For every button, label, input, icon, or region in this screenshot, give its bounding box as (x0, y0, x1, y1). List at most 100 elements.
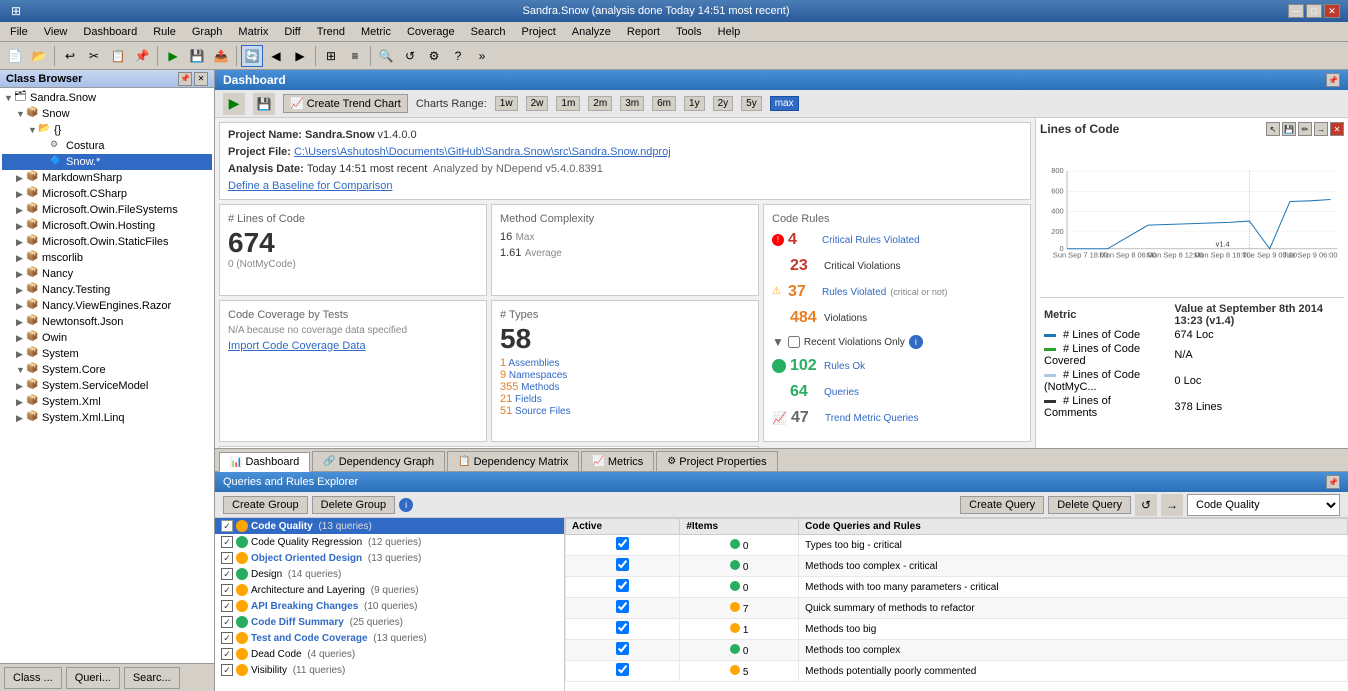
tree-item-microsoftcsharp[interactable]: ▶ 📦 Microsoft.CSharp (2, 186, 212, 202)
recent-violations-checkbox[interactable] (788, 336, 800, 348)
query-refresh-btn[interactable]: ↺ (1135, 494, 1157, 516)
group-diff[interactable]: Code Diff Summary (25 queries) (215, 614, 564, 630)
search-nav-btn[interactable]: Searc... (124, 667, 180, 689)
menu-search[interactable]: Search (463, 24, 514, 40)
dashboard-pin-btn[interactable]: 📌 (1326, 73, 1340, 87)
tree-item-mscorlib[interactable]: ▶ 📦 mscorlib (2, 250, 212, 266)
baseline-link[interactable]: Define a Baseline for Comparison (228, 180, 392, 192)
tree-item-nancytesting[interactable]: ▶ 📦 Nancy.Testing (2, 282, 212, 298)
toolbar-undo[interactable]: ↩ (59, 45, 81, 67)
range-1w[interactable]: 1w (495, 96, 518, 111)
minimize-button[interactable]: ─ (1288, 4, 1304, 18)
range-6m[interactable]: 6m (652, 96, 676, 111)
chart-save-icon[interactable]: 💾 (1282, 122, 1296, 136)
tree-item-snow[interactable]: ▼ 📦 Snow (2, 106, 212, 122)
menu-metric[interactable]: Metric (353, 24, 399, 40)
class-browser-tree[interactable]: ▼ 🗂 Sandra.Snow ▼ 📦 Snow ▼ 📂 {} (0, 88, 214, 663)
critical-violated-count[interactable]: 4 (788, 231, 818, 249)
queries-label[interactable]: Queries (824, 387, 859, 398)
tree-item-owin[interactable]: ▶ 📦 Owin (2, 330, 212, 346)
code-quality-dropdown[interactable]: Code Quality Code Quality Regression Obj… (1187, 494, 1340, 516)
test-checkbox[interactable] (221, 632, 233, 644)
tab-project-properties[interactable]: ⚙ Project Properties (656, 451, 777, 471)
toolbar-new[interactable]: 📄 (4, 45, 26, 67)
delete-group-btn[interactable]: Delete Group (312, 496, 395, 514)
critical-violations-count[interactable]: 23 (790, 257, 820, 275)
rules-violated-count[interactable]: 37 (788, 283, 818, 301)
group-dead-code[interactable]: Dead Code (4 queries) (215, 646, 564, 662)
rules-violated-label[interactable]: Rules Violated (822, 287, 886, 298)
cq-checkbox[interactable] (221, 520, 233, 532)
toolbar-save[interactable]: 💾 (186, 45, 208, 67)
trend-metric-label[interactable]: Trend Metric Queries (825, 413, 919, 424)
toolbar-more[interactable]: » (471, 45, 493, 67)
group-ood[interactable]: Object Oriented Design (13 queries) (215, 550, 564, 566)
group-arch[interactable]: Architecture and Layering (9 queries) (215, 582, 564, 598)
chart-arrow-icon[interactable]: → (1314, 122, 1328, 136)
tab-dashboard[interactable]: 📊 Dashboard (219, 452, 310, 472)
toolbar-back[interactable]: ◀ (265, 45, 287, 67)
menu-graph[interactable]: Graph (184, 24, 231, 40)
toolbar-help[interactable]: ? (447, 45, 469, 67)
design-checkbox[interactable] (221, 568, 233, 580)
tab-dependency-matrix[interactable]: 📋 Dependency Matrix (447, 451, 579, 471)
toolbar-forward[interactable]: ▶ (289, 45, 311, 67)
chart-edit-icon[interactable]: ✏ (1298, 122, 1312, 136)
vis-checkbox[interactable] (221, 664, 233, 676)
tree-item-msowinhosting[interactable]: ▶ 📦 Microsoft.Owin.Hosting (2, 218, 212, 234)
tree-item-msowinfls[interactable]: ▶ 📦 Microsoft.Owin.FileSystems (2, 202, 212, 218)
tree-item-sandra-snow[interactable]: ▼ 🗂 Sandra.Snow (2, 90, 212, 106)
dc-checkbox[interactable] (221, 648, 233, 660)
menu-dashboard[interactable]: Dashboard (75, 24, 145, 40)
menu-project[interactable]: Project (514, 24, 564, 40)
query-panel-pin[interactable]: 📌 (1326, 475, 1340, 489)
group-visibility[interactable]: Visibility (11 queries) (215, 662, 564, 678)
range-2w[interactable]: 2w (526, 96, 549, 111)
menu-trend[interactable]: Trend (309, 24, 353, 40)
menu-report[interactable]: Report (619, 24, 668, 40)
menu-file[interactable]: File (2, 24, 36, 40)
toolbar-search[interactable]: 🔍 (375, 45, 397, 67)
tree-item-systemxmllinq[interactable]: ▶ 📦 System.Xml.Linq (2, 410, 212, 426)
tab-metrics[interactable]: 📈 Metrics (581, 451, 654, 471)
critical-violated-label[interactable]: Critical Rules Violated (822, 235, 920, 246)
tree-item-msowinstaticfiles[interactable]: ▶ 📦 Microsoft.Owin.StaticFiles (2, 234, 212, 250)
range-2m[interactable]: 2m (588, 96, 612, 111)
diff-checkbox[interactable] (221, 616, 233, 628)
tree-item-snow-selected[interactable]: 🔷 Snow.* (2, 154, 212, 170)
toolbar-settings[interactable]: ⚙ (423, 45, 445, 67)
tree-item-newtonsoft[interactable]: ▶ 📦 Newtonsoft.Json (2, 314, 212, 330)
menu-rule[interactable]: Rule (145, 24, 184, 40)
rules-ok-label[interactable]: Rules Ok (824, 361, 865, 372)
range-2y[interactable]: 2y (713, 96, 734, 111)
dashboard-save-btn[interactable]: 💾 (253, 93, 275, 115)
group-cq-regression[interactable]: Code Quality Regression (12 queries) (215, 534, 564, 550)
tree-item-systemcore[interactable]: ▼ 📦 System.Core (2, 362, 212, 378)
toolbar-copy[interactable]: 📋 (107, 45, 129, 67)
menu-coverage[interactable]: Coverage (399, 24, 463, 40)
import-coverage-link[interactable]: Import Code Coverage Data (228, 340, 366, 352)
group-test[interactable]: Test and Code Coverage (13 queries) (215, 630, 564, 646)
delete-query-btn[interactable]: Delete Query (1048, 496, 1131, 514)
create-query-btn[interactable]: Create Query (960, 496, 1044, 514)
toolbar-paste[interactable]: 📌 (131, 45, 153, 67)
menu-help[interactable]: Help (710, 24, 749, 40)
class-browser-pin[interactable]: 📌 (178, 72, 192, 86)
tab-dependency-graph[interactable]: 🔗 Dependency Graph (312, 451, 445, 471)
rules-ok-count[interactable]: 102 (790, 357, 820, 375)
tree-item-systemxml[interactable]: ▶ 📦 System.Xml (2, 394, 212, 410)
violations-count[interactable]: 484 (790, 309, 820, 327)
arch-checkbox[interactable] (221, 584, 233, 596)
group-code-quality[interactable]: Code Quality (13 queries) (215, 518, 564, 534)
close-button[interactable]: ✕ (1324, 4, 1340, 18)
ood-checkbox[interactable] (221, 552, 233, 564)
create-trend-chart-btn[interactable]: 📈 Create Trend Chart (283, 94, 408, 113)
toolbar-cut[interactable]: ✂ (83, 45, 105, 67)
group-design[interactable]: Design (14 queries) (215, 566, 564, 582)
tree-item-markdownsharp[interactable]: ▶ 📦 MarkdownSharp (2, 170, 212, 186)
menu-diff[interactable]: Diff (276, 24, 308, 40)
toolbar-grid[interactable]: ⊞ (320, 45, 342, 67)
tree-item-costura[interactable]: ⚙ Costura (2, 138, 212, 154)
toolbar-refresh-active[interactable]: 🔄 (241, 45, 263, 67)
menu-matrix[interactable]: Matrix (230, 24, 276, 40)
